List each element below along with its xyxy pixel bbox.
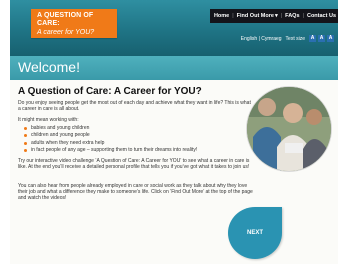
site-logo[interactable]: A QUESTION OF CARE: A career for YOU? — [31, 9, 117, 38]
page-heading: A Question of Care: A Career for YOU? — [18, 86, 202, 97]
text-size-small-button[interactable]: A — [309, 35, 316, 42]
top-navigation: Home | Find Out More ▾ | FAQs | Contact … — [209, 9, 338, 23]
nav-contact-us[interactable]: Contact Us — [307, 13, 336, 19]
list-item: adults when they need extra help — [24, 140, 197, 147]
nav-faqs[interactable]: FAQs — [285, 13, 299, 19]
next-button[interactable]: NEXT — [228, 207, 282, 259]
challenge-paragraph: Try our interactive video challenge ‘A Q… — [18, 158, 250, 171]
list-item: in fact people of any age – supporting t… — [24, 147, 197, 154]
audience-list: babies and young children children and y… — [24, 125, 197, 155]
text-size-large-button[interactable]: A — [327, 35, 334, 42]
nav-separator: | — [280, 13, 283, 19]
intro-paragraph: Do you enjoy seeing people get the most … — [18, 100, 251, 113]
text-size-label: Text size — [285, 35, 305, 42]
nav-home[interactable]: Home — [214, 13, 229, 19]
nav-separator: | — [232, 13, 234, 19]
closing-paragraph: You can also hear from people already em… — [18, 183, 253, 202]
list-item: children and young people — [24, 132, 197, 139]
language-and-text-size: English | Cymraeg Text size A A A — [241, 35, 334, 42]
welcome-banner: Welcome! — [10, 56, 338, 80]
nav-separator: | — [302, 13, 304, 19]
logo-line-1: A QUESTION OF CARE: — [37, 12, 94, 27]
carers-photo — [247, 87, 331, 171]
photo-illustration — [247, 87, 331, 171]
nav-find-out-more[interactable]: Find Out More — [237, 13, 274, 19]
text-size-medium-button[interactable]: A — [318, 35, 325, 42]
list-item: babies and young children — [24, 125, 197, 132]
welcome-title: Welcome! — [18, 59, 80, 75]
logo-line-2: A career for YOU? — [37, 29, 95, 36]
bullets-intro: It might mean working with: — [18, 117, 79, 123]
language-switch[interactable]: English | Cymraeg — [241, 36, 282, 42]
